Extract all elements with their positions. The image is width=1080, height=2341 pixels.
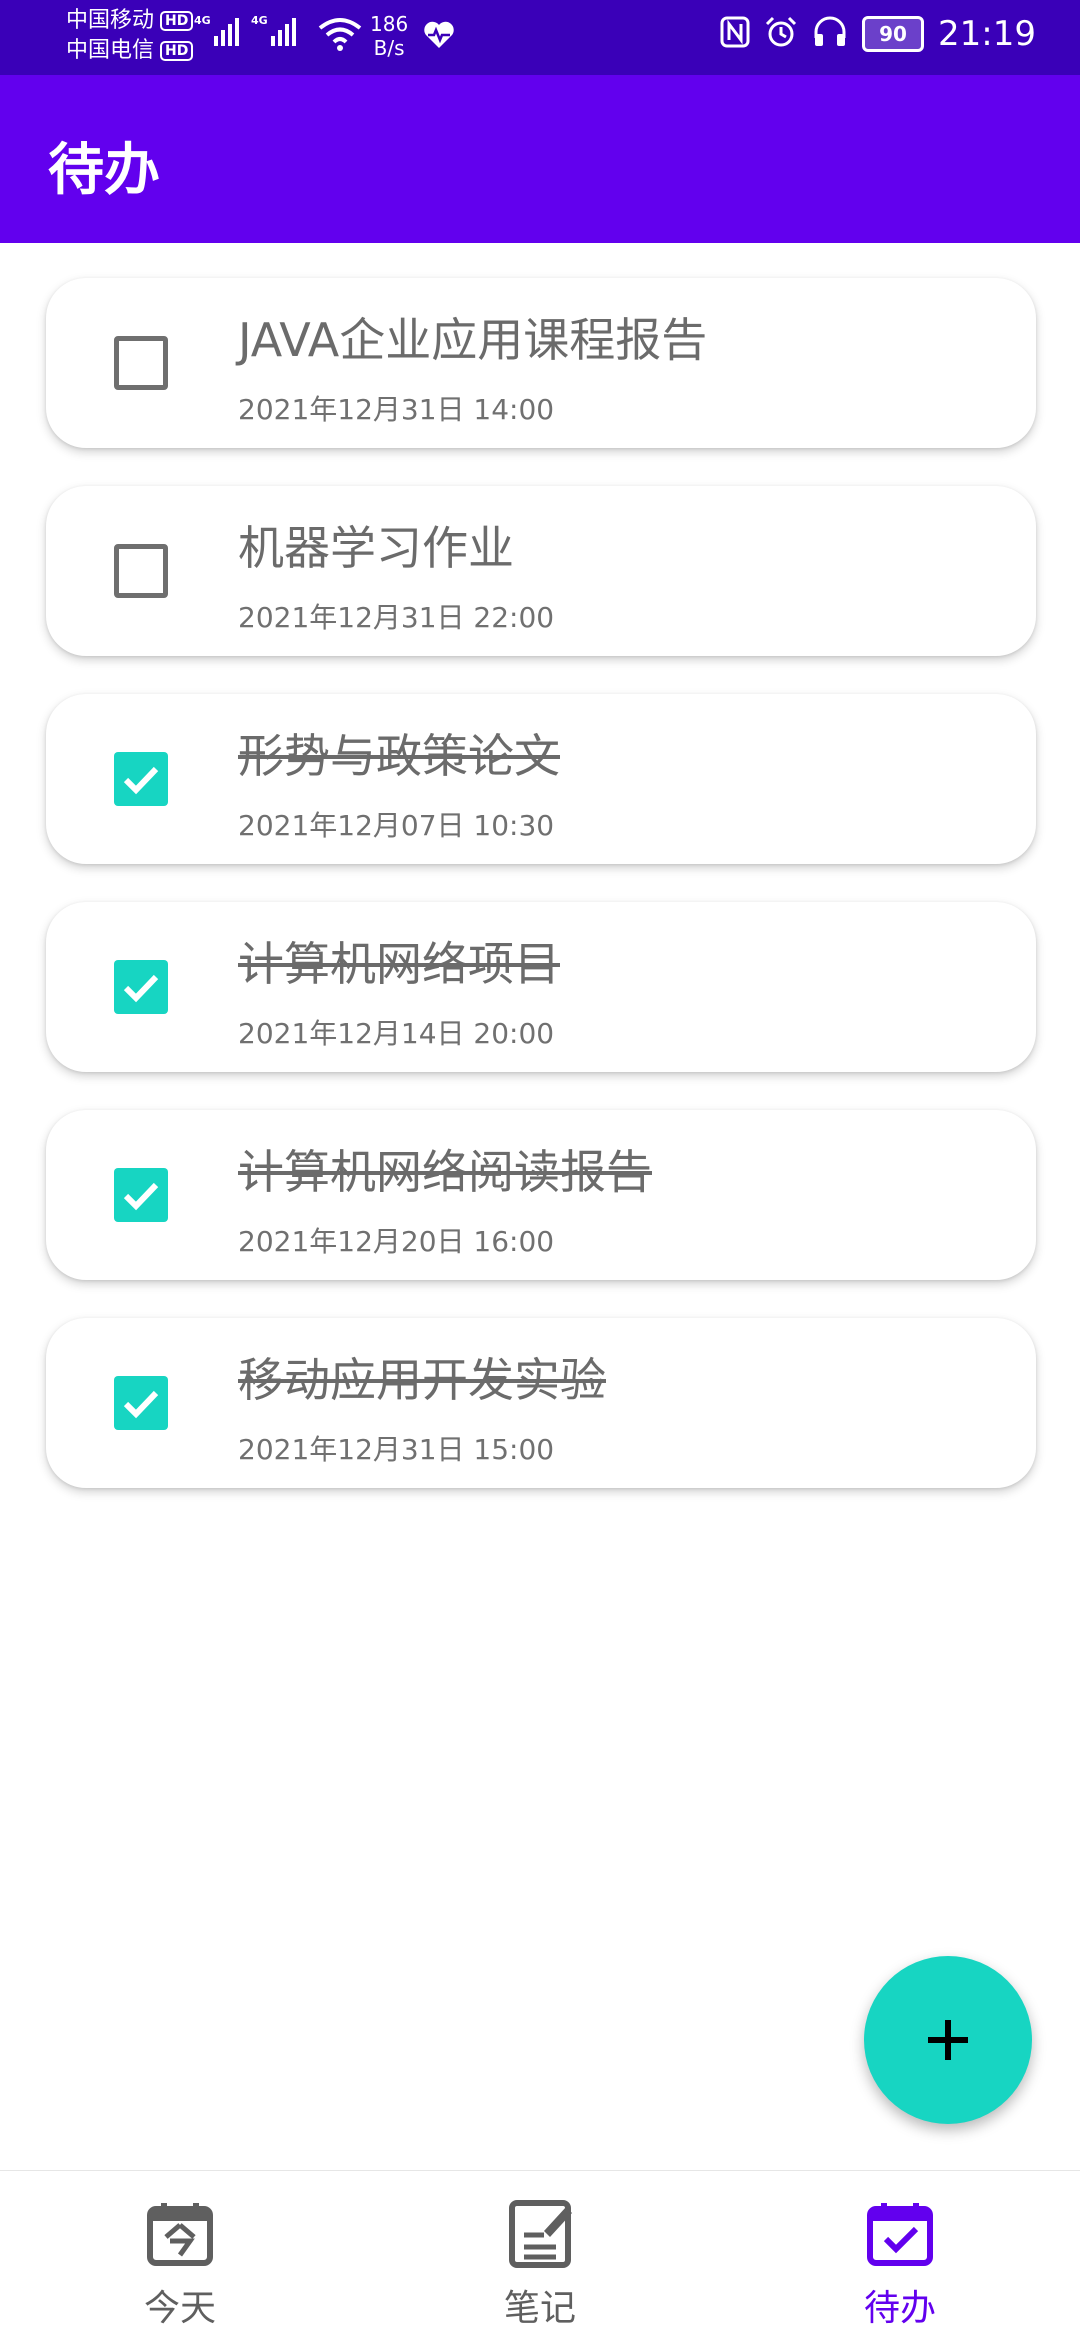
speed-unit: B/s [373,36,405,60]
todo-title: 计算机网络项目 [238,937,560,991]
hd-badge: HD [160,11,194,31]
bottom-navigation: 今天 笔记 待办 [0,2170,1080,2341]
checkmark-icon [123,1182,159,1211]
todo-item[interactable]: 计算机网络阅读报告 2021年12月20日 16:00 [46,1110,1036,1280]
hd-badge: HD [160,41,194,61]
status-bar: 中国移动 HD 中国电信 HD 4G 4G 186 B/s 90 21:19 [0,0,1080,75]
add-todo-button[interactable] [864,1956,1032,2124]
nav-item-notes[interactable]: 笔记 [360,2171,720,2341]
checkmark-icon [123,1390,159,1419]
nav-label-today: 今天 [143,2288,216,2329]
todo-item[interactable]: JAVA企业应用课程报告 2021年12月31日 14:00 [46,278,1036,448]
todo-item[interactable]: 移动应用开发实验 2021年12月31日 15:00 [46,1318,1036,1488]
todo-item[interactable]: 计算机网络项目 2021年12月14日 20:00 [46,902,1036,1072]
todo-checkbox[interactable] [114,1376,168,1430]
battery-indicator: 90 [862,16,925,52]
todo-time: 2021年12月31日 15:00 [238,1433,555,1466]
nfc-icon [720,16,750,52]
todo-checkbox[interactable] [114,752,168,806]
todo-checkbox[interactable] [114,544,168,598]
todo-title: 计算机网络阅读报告 [238,1145,652,1199]
signal-strength-icon: 4G [251,14,296,46]
alarm-icon [764,15,798,53]
checkmark-icon [123,974,159,1003]
todo-title: 机器学习作业 [238,521,514,575]
todo-item[interactable]: 机器学习作业 2021年12月31日 22:00 [46,486,1036,656]
todo-list: JAVA企业应用课程报告 2021年12月31日 14:00 机器学习作业 20… [46,278,1036,1526]
signal-strength-icon: 4G [194,14,239,46]
network-speed: 186 B/s [370,12,408,60]
headphones-icon [812,16,848,52]
todo-time: 2021年12月31日 22:00 [238,601,555,634]
nav-label-todo: 待办 [863,2288,936,2329]
checkmark-icon [123,766,159,795]
todo-checkbox[interactable] [114,1168,168,1222]
health-heart-icon [422,20,456,54]
nav-item-todo[interactable]: 待办 [720,2171,1080,2341]
calendar-check-icon [864,2197,936,2273]
carrier-2: 中国电信 [66,38,155,63]
nav-label-notes: 笔记 [503,2288,576,2329]
todo-time: 2021年12月20日 16:00 [238,1225,555,1258]
speed-value: 186 [370,12,409,36]
todo-item[interactable]: 形势与政策论文 2021年12月07日 10:30 [46,694,1036,864]
todo-title: 形势与政策论文 [238,729,560,783]
todo-time: 2021年12月07日 10:30 [238,809,555,842]
calendar-today-icon [144,2197,216,2273]
todo-title: JAVA企业应用课程报告 [238,313,708,367]
carrier-info: 中国移动 HD 中国电信 HD [66,6,194,66]
wifi-icon [318,16,362,56]
todo-checkbox[interactable] [114,960,168,1014]
todo-time: 2021年12月14日 20:00 [238,1017,555,1050]
network-type: 4G [194,14,211,27]
plus-icon [928,2020,968,2060]
todo-checkbox[interactable] [114,336,168,390]
network-type: 4G [251,14,268,27]
status-right: 90 21:19 [720,14,1036,54]
note-edit-icon [504,2197,576,2273]
nav-item-today[interactable]: 今天 [0,2171,360,2341]
clock: 21:19 [938,14,1036,54]
signal-group: 4G 4G [194,14,296,46]
todo-time: 2021年12月31日 14:00 [238,393,555,426]
todo-title: 移动应用开发实验 [238,1353,606,1407]
app-bar: 待办 [0,75,1080,243]
page-title: 待办 [48,138,160,203]
carrier-1: 中国移动 [66,8,155,33]
